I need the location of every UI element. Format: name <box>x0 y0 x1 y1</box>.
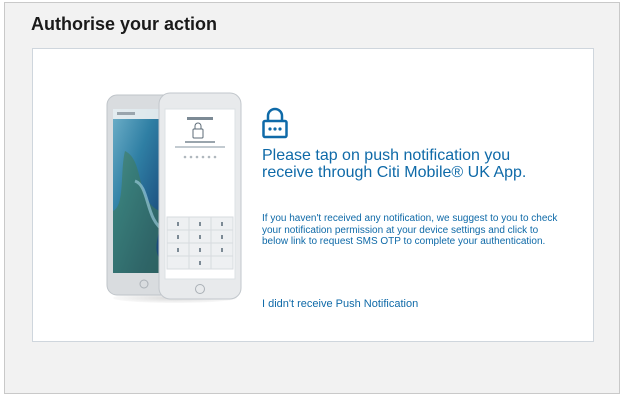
content-panel: Please tap on push notification you rece… <box>32 48 594 342</box>
push-notification-headline: Please tap on push notification you rece… <box>262 147 527 181</box>
dialog-title: Authorise your action <box>31 14 218 34</box>
didnt-receive-push-link[interactable]: I didn't receive Push Notification <box>262 298 418 310</box>
phones-illustration <box>106 92 242 303</box>
notification-info-text: If you haven't received any notification… <box>262 213 558 247</box>
authorise-dialog: Authorise your action Please tap on push… <box>4 2 620 394</box>
lock-icon <box>262 107 288 139</box>
